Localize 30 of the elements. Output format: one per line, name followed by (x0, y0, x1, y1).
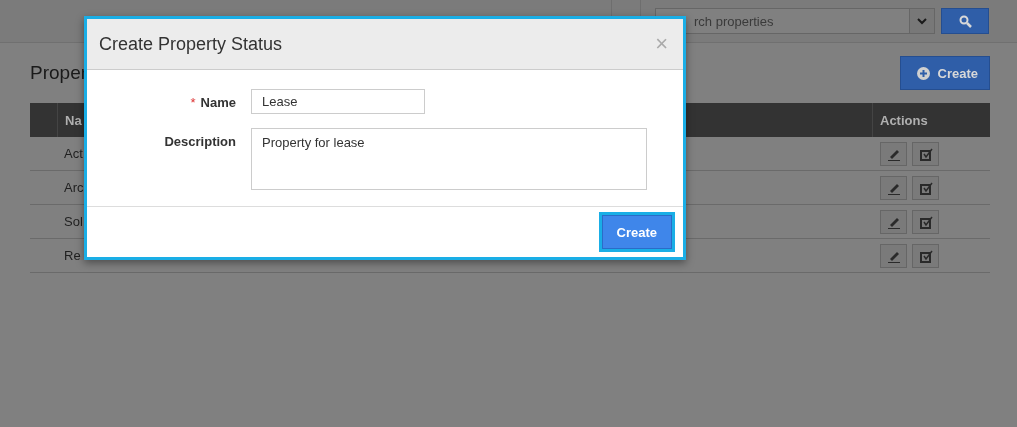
checkbox-icon (918, 146, 933, 161)
edit-button[interactable] (880, 243, 907, 268)
table-cell-text: Re (63, 248, 82, 263)
edit-button[interactable] (880, 141, 907, 166)
checkbox-icon (918, 248, 933, 263)
name-field[interactable]: Lease (251, 89, 425, 114)
checkbox-icon (918, 180, 933, 195)
table-cell-text: Arc (63, 180, 85, 195)
create-button[interactable]: Create (601, 215, 672, 249)
plus-circle-icon (916, 66, 930, 80)
approve-button[interactable] (912, 209, 939, 234)
search-icon (958, 14, 972, 28)
checkbox-icon (918, 214, 933, 229)
dropdown-button[interactable] (909, 8, 935, 34)
approve-button[interactable] (912, 243, 939, 268)
table-cell-text: Act (63, 146, 84, 161)
table-cell-text: Sol (63, 214, 84, 229)
description-field[interactable]: Property for lease (251, 128, 647, 190)
approve-button[interactable] (912, 141, 939, 166)
edit-button[interactable] (880, 209, 907, 234)
search-field[interactable]: rch properties (655, 8, 909, 34)
dialog-title: Create Property Status (99, 33, 283, 55)
chevron-down-icon (917, 17, 927, 25)
approve-button[interactable] (912, 175, 939, 200)
edit-button[interactable] (880, 175, 907, 200)
field-label: Description (164, 134, 236, 149)
page-title: Proper (30, 62, 88, 84)
column-header: Actions (872, 103, 990, 137)
search-button[interactable] (941, 8, 989, 34)
create-button[interactable]: Create (899, 56, 990, 90)
